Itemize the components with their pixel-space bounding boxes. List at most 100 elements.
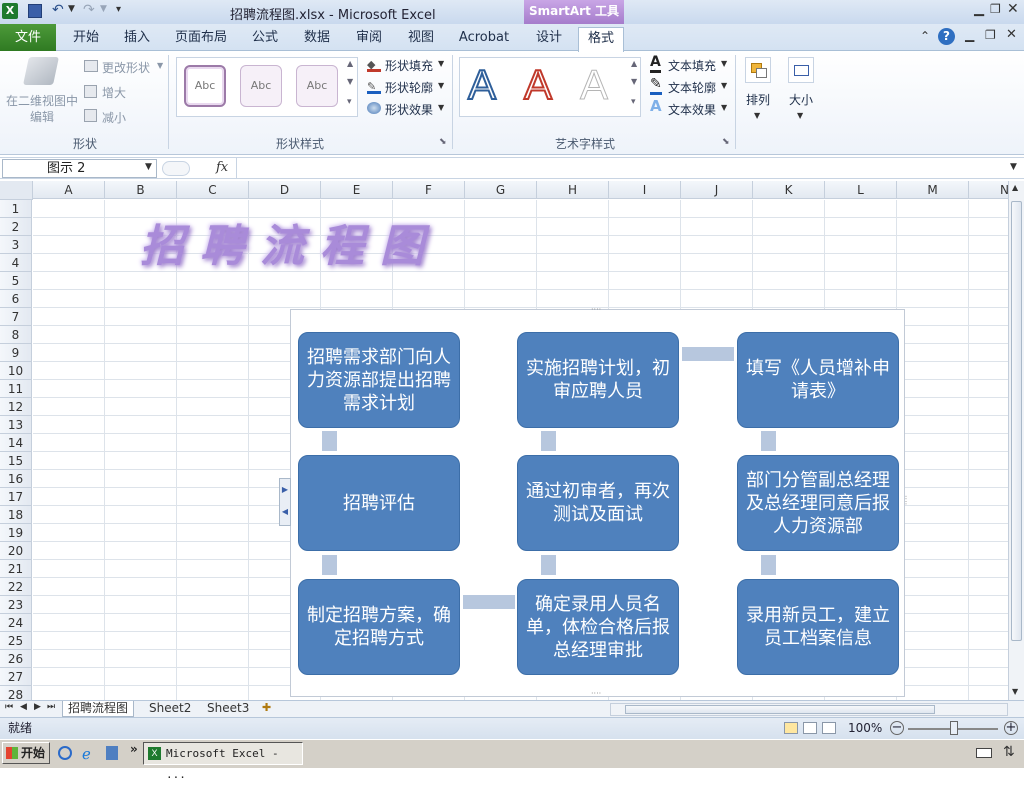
row-header[interactable]: 13	[0, 416, 32, 434]
shape-fill-dropdown-icon[interactable]: ▼	[438, 59, 444, 68]
text-fill-button[interactable]: 文本填充	[668, 57, 716, 74]
edit-in-2d-button[interactable]: 在二维视图中编辑	[6, 93, 78, 125]
column-header[interactable]: N	[969, 181, 1008, 199]
doc-restore-button[interactable]: ❐	[985, 28, 996, 42]
row-header[interactable]: 12	[0, 398, 32, 416]
shape-effects-button[interactable]: 形状效果	[385, 101, 433, 118]
name-box[interactable]: 图示 2	[2, 159, 157, 178]
formula-expand-icon[interactable]: ▼	[1010, 162, 1017, 172]
process-step-5[interactable]: 通过初审者，再次测试及面试	[517, 455, 679, 551]
tab-page-layout[interactable]: 页面布局	[170, 27, 232, 51]
row-header[interactable]: 20	[0, 542, 32, 560]
tab-acrobat[interactable]: Acrobat	[455, 27, 513, 51]
process-step-1[interactable]: 招聘需求部门向人力资源部提出招聘需求计划	[298, 332, 460, 428]
help-icon[interactable]: ?	[938, 28, 955, 45]
sheet-nav-prev-icon[interactable]: ◀	[20, 702, 27, 712]
smaller-button[interactable]: 减小	[102, 109, 126, 126]
redo-icon[interactable]: ↷	[83, 2, 95, 18]
sheet-tab-2[interactable]: Sheet2	[144, 701, 196, 717]
sheet-nav-next-icon[interactable]: ▶	[34, 702, 41, 712]
tab-smartart-format[interactable]: 格式	[578, 27, 624, 52]
undo-dropdown-icon[interactable]: ▼	[68, 4, 75, 14]
text-effects-button[interactable]: 文本效果	[668, 101, 716, 118]
row-header[interactable]: 25	[0, 632, 32, 650]
quicklaunch-app-icon[interactable]	[106, 746, 118, 760]
horizontal-scroll-thumb[interactable]	[625, 705, 935, 714]
shape-style-2[interactable]: Abc	[240, 65, 282, 107]
wordart-scroll-down-icon[interactable]: ▼	[631, 77, 637, 86]
column-header[interactable]: A	[33, 181, 105, 199]
tab-review[interactable]: 审阅	[347, 27, 391, 51]
row-header[interactable]: 23	[0, 596, 32, 614]
close-window-button[interactable]: ✕	[1007, 1, 1019, 17]
row-header[interactable]: 8	[0, 326, 32, 344]
formula-input[interactable]	[236, 158, 1006, 178]
shape-style-3[interactable]: Abc	[296, 65, 338, 107]
process-step-8[interactable]: 确定录用人员名单，体检合格后报总经理审批	[517, 579, 679, 675]
tab-home[interactable]: 开始	[64, 27, 108, 51]
wordart-scroll-up-icon[interactable]: ▲	[631, 59, 637, 68]
save-icon[interactable]	[28, 4, 42, 18]
doc-minimize-button[interactable]: ▁	[965, 28, 974, 42]
shape-effects-dropdown-icon[interactable]: ▼	[438, 103, 444, 112]
process-step-6[interactable]: 部门分管副总经理及总经理同意后报人力资源部	[737, 455, 899, 551]
column-header[interactable]: G	[465, 181, 537, 199]
row-header[interactable]: 10	[0, 362, 32, 380]
column-header[interactable]: I	[609, 181, 681, 199]
shape-fill-button[interactable]: 形状填充	[385, 57, 433, 74]
quicklaunch-ie-icon[interactable]	[58, 746, 72, 760]
wordart-style-3[interactable]: A	[579, 61, 608, 109]
redo-dropdown-icon[interactable]: ▼	[100, 4, 107, 14]
wordart-style-2[interactable]: A	[523, 60, 553, 109]
scroll-up-icon[interactable]: ▲	[1012, 183, 1018, 192]
sheet-tab-3[interactable]: Sheet3	[202, 701, 254, 717]
ribbon-minimize-icon[interactable]: ⌃	[920, 29, 930, 43]
insert-function-button[interactable]: fx	[216, 160, 228, 175]
arrange-button[interactable]: 排列	[746, 91, 770, 108]
start-button[interactable]: 开始	[2, 742, 50, 764]
select-all-corner[interactable]	[0, 181, 33, 200]
page-break-view-icon[interactable]	[822, 722, 836, 734]
row-header[interactable]: 9	[0, 344, 32, 362]
process-step-3[interactable]: 填写《人员增补申请表》	[737, 332, 899, 428]
undo-icon[interactable]: ↶	[52, 2, 64, 18]
tab-smartart-design[interactable]: 设计	[527, 27, 571, 51]
sheet-tab-1[interactable]: 招聘流程图	[62, 701, 135, 717]
change-shape-dropdown-icon[interactable]: ▼	[157, 61, 163, 70]
row-header[interactable]: 22	[0, 578, 32, 596]
column-header[interactable]: D	[249, 181, 321, 199]
vertical-scroll-thumb[interactable]	[1011, 201, 1022, 641]
tab-data[interactable]: 数据	[295, 27, 339, 51]
row-header[interactable]: 5	[0, 272, 32, 290]
column-header[interactable]: F	[393, 181, 465, 199]
zoom-in-icon[interactable]: +	[1004, 721, 1018, 735]
minimize-window-button[interactable]: ▁	[974, 2, 984, 17]
column-header[interactable]: B	[105, 181, 177, 199]
row-header[interactable]: 26	[0, 650, 32, 668]
shape-style-scroll-down-icon[interactable]: ▼	[347, 77, 353, 86]
row-header[interactable]: 27	[0, 668, 32, 686]
process-step-2[interactable]: 实施招聘计划，初审应聘人员	[517, 332, 679, 428]
name-box-dropdown-icon[interactable]: ▼	[145, 162, 152, 172]
size-button[interactable]: 大小	[789, 91, 813, 108]
excel-app-icon[interactable]: X	[2, 3, 18, 19]
column-header[interactable]: M	[897, 181, 969, 199]
tab-formulas[interactable]: 公式	[243, 27, 287, 51]
row-header[interactable]: 18	[0, 506, 32, 524]
column-header[interactable]: J	[681, 181, 753, 199]
process-step-9[interactable]: 录用新员工，建立员工档案信息	[737, 579, 899, 675]
row-header[interactable]: 17	[0, 488, 32, 506]
horizontal-scrollbar[interactable]	[610, 703, 1008, 716]
quicklaunch-more-icon[interactable]: »	[130, 742, 138, 756]
row-header[interactable]: 15	[0, 452, 32, 470]
row-header[interactable]: 2	[0, 218, 32, 236]
sheet-nav-first-icon[interactable]: ⏮	[5, 702, 13, 712]
row-header[interactable]: 3	[0, 236, 32, 254]
change-shape-button[interactable]: 更改形状	[102, 59, 150, 76]
column-header[interactable]: H	[537, 181, 609, 199]
row-header[interactable]: 24	[0, 614, 32, 632]
file-tab[interactable]: 文件	[0, 24, 56, 51]
text-fill-dropdown-icon[interactable]: ▼	[721, 59, 727, 68]
larger-button[interactable]: 增大	[102, 84, 126, 101]
vertical-scrollbar[interactable]: ▲ ▼	[1008, 181, 1024, 701]
